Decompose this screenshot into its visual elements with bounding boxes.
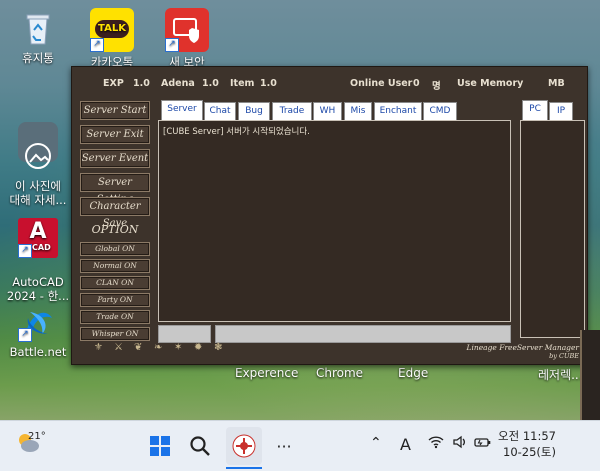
taskbar-app-cube-server[interactable] [226,427,262,465]
desktop-icon-battlenet[interactable]: ↗ Battle.net [3,302,73,359]
autocad-sub: CAD [32,243,51,252]
exp-value: 1.0 [133,78,150,89]
option-title: OPTION [91,223,139,236]
tab-cmd[interactable]: CMD [423,102,457,120]
online-user-unit: 명 [432,81,441,92]
desktop-icon-label: AutoCAD 2024 - 한... [6,275,70,303]
shortcut-arrow-icon: ↗ [18,328,32,342]
tab-bug[interactable]: Bug [238,102,270,120]
dragon-icon: ❃ [214,342,223,353]
speaker-icon[interactable] [452,435,468,453]
taskbar: 21° ··· ⌃ A 오전 11:57 10-25(토) [0,420,600,471]
character-save-button[interactable]: Character Save [80,197,150,229]
credit-title: Lineage FreeServer Manager [466,343,580,352]
bird-icon: ❦ [134,342,143,353]
weather-widget[interactable]: 21° [16,431,56,461]
server-setting-button[interactable]: Server Setting [80,173,150,205]
adena-label: Adena [161,78,195,89]
trade-toggle-button[interactable]: Trade ON [80,310,150,324]
tab-enchant[interactable]: Enchant [374,102,422,120]
adena-value: 1.0 [202,78,219,89]
whisper-toggle-button[interactable]: Whisper ON [80,327,150,341]
server-exit-button[interactable]: Server Exit [80,125,150,144]
log-line: [CUBE Server] 서버가 시작되었습니다. [163,127,310,137]
normal-toggle-button[interactable]: Normal ON [80,259,150,273]
photo-info-icon [18,122,58,169]
credit-author: by CUBE [549,352,579,360]
ime-indicator[interactable]: A [400,435,411,454]
desktop-icon-label: 휴지통 [22,51,54,65]
system-clock[interactable]: 오전 11:57 10-25(토) [498,428,556,460]
tab-ip[interactable]: IP [549,102,573,120]
ornament-icon: ⚜ [94,342,103,353]
command-input[interactable] [215,325,511,343]
shortcut-arrow-icon: ↗ [18,244,32,258]
tab-server[interactable]: Server [161,100,203,120]
more-apps-button[interactable]: ··· [268,431,300,461]
cube-server-app-icon [232,434,256,458]
server-log-panel[interactable]: [CUBE Server] 서버가 시작되었습니다. [158,120,511,322]
claw-icon: ✹ [194,342,203,353]
weather-temp: 21° [28,431,46,442]
status-field-left [158,325,211,343]
desktop-icon-label-chrome[interactable]: Chrome [316,366,363,380]
online-user-label: Online User [350,78,413,89]
tab-pc[interactable]: PC [522,100,548,120]
server-event-button[interactable]: Server Event [80,149,150,168]
background-window-edge[interactable] [580,330,600,420]
tab-chat[interactable]: Chat [204,102,236,120]
chevron-up-icon[interactable]: ⌃ [370,435,382,451]
tab-mis[interactable]: Mis [344,102,372,120]
wifi-icon[interactable] [428,435,444,453]
server-start-button[interactable]: Server Start [80,101,150,120]
battery-icon[interactable] [474,435,492,453]
security-shield-icon: ↗ [165,8,209,52]
party-toggle-button[interactable]: Party ON [80,293,150,307]
clock-date: 10-25(토) [503,445,556,459]
global-toggle-button[interactable]: Global ON [80,242,150,256]
battlenet-icon: ↗ [18,302,58,342]
windows-logo-icon [150,436,170,456]
stats-bar: EXP 1.0 Adena 1.0 Item 1.0 Online User 0… [72,67,587,97]
desktop-icon-label-experence[interactable]: Experence [235,366,298,380]
autocad-icon: A CAD ↗ [18,218,58,258]
user-list-panel[interactable] [520,120,585,338]
kakaotalk-badge: TALK [95,20,129,38]
clock-time: 오전 11:57 [498,429,556,443]
desktop-icon-security[interactable]: ↗ 새 보안 [152,8,222,69]
desktop-icon-kakaotalk[interactable]: TALK ↗ 카카오톡 [77,8,147,69]
search-icon [190,436,210,456]
online-user-value: 0 [413,78,420,89]
feather-icon: ✶ [174,342,183,353]
start-button[interactable] [144,431,176,461]
kakaotalk-icon: TALK ↗ [90,8,134,52]
shortcut-arrow-icon: ↗ [90,38,104,52]
clan-toggle-button[interactable]: CLAN ON [80,276,150,290]
exp-label: EXP [103,78,124,89]
desktop-icon-label: Battle.net [9,345,67,359]
wing-icon: ❧ [154,342,163,353]
shortcut-arrow-icon: ↗ [165,38,179,52]
item-value: 1.0 [260,78,277,89]
sword-icon: ⚔ [114,342,123,353]
search-button[interactable] [184,431,216,461]
desktop-icon-label-resurrection[interactable]: 레저렉... [538,366,583,383]
recycle-bin-icon [18,8,58,48]
desktop-icon-recycle-bin[interactable]: 휴지통 [3,8,73,65]
item-label: Item [230,78,255,89]
tab-trade[interactable]: Trade [272,102,312,120]
desktop-icon-label-edge[interactable]: Edge [398,366,428,380]
memory-label: Use Memory [457,78,524,89]
active-app-indicator [226,467,262,469]
memory-unit: MB [548,78,565,89]
desktop-icon-label: 이 사진에 대해 자세... [9,179,67,207]
server-manager-window[interactable]: EXP 1.0 Adena 1.0 Item 1.0 Online User 0… [71,66,588,365]
desktop-icon-autocad[interactable]: A CAD ↗ AutoCAD 2024 - 한... [3,204,73,317]
tab-wh[interactable]: WH [313,102,342,120]
